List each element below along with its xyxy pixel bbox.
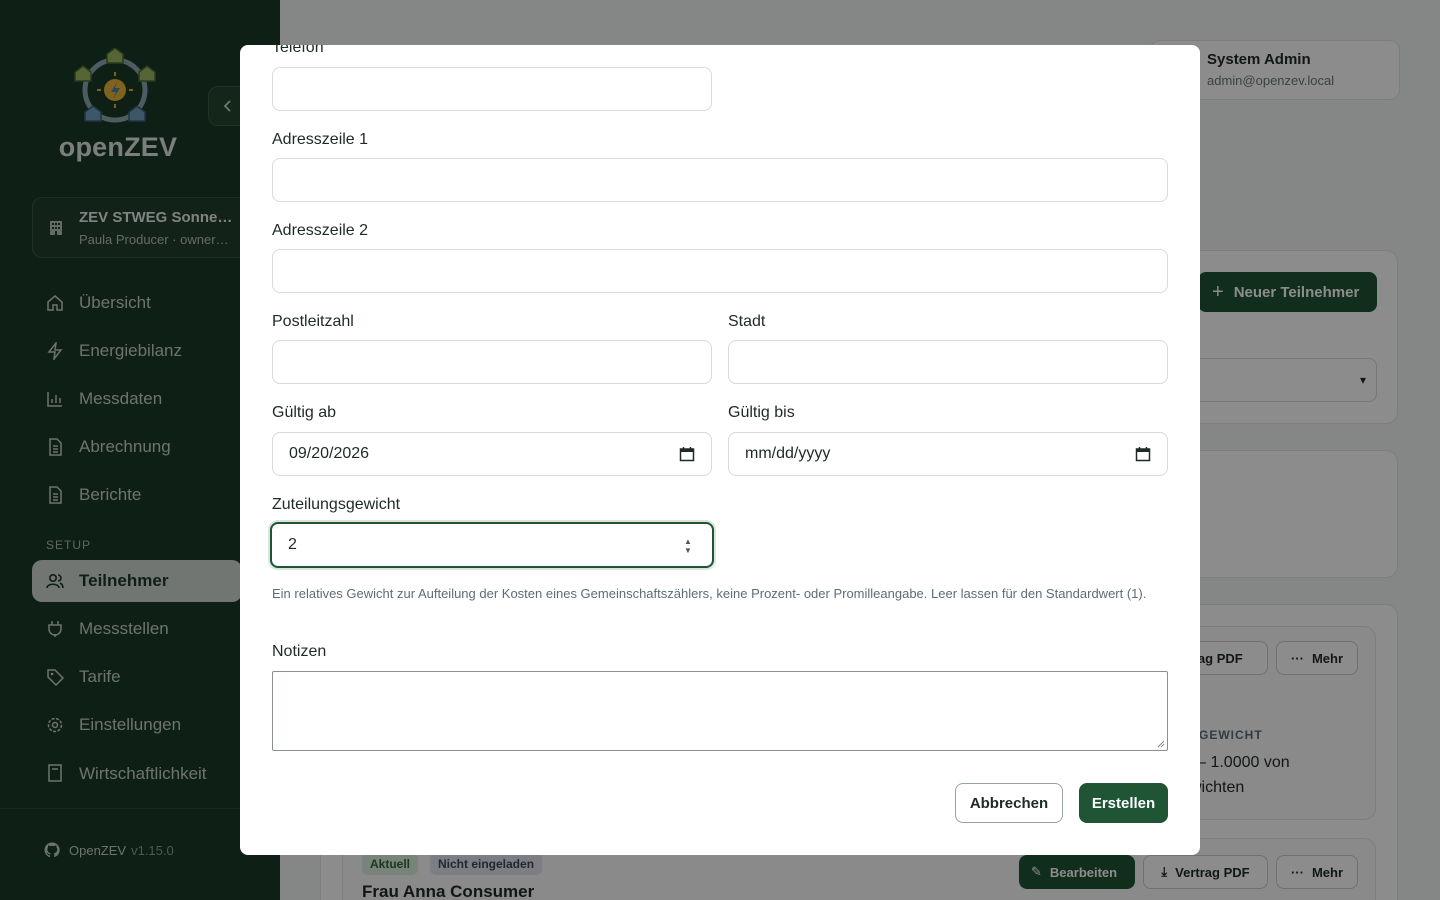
valid-to-date-input[interactable]: mm/dd/yyyy (728, 432, 1168, 476)
address1-input[interactable] (272, 158, 1168, 202)
calendar-icon[interactable] (1135, 446, 1151, 462)
address1-label: Adresszeile 1 (272, 131, 369, 148)
create-participant-dialog: Telefon Adresszeile 1 Adresszeile 2 Post… (240, 45, 1200, 855)
city-input[interactable] (728, 340, 1168, 384)
valid-from-value: 09/20/2026 (289, 445, 370, 462)
create-button[interactable]: Erstellen (1079, 783, 1168, 823)
weight-value: 2 (288, 536, 297, 553)
cancel-button[interactable]: Abbrechen (955, 783, 1063, 823)
valid-to-label: Gültig bis (728, 404, 795, 421)
notes-textarea[interactable] (272, 671, 1168, 751)
weight-number-input[interactable]: 2 ▲ ▼ (270, 522, 714, 568)
modal-backdrop-sidebar[interactable] (0, 0, 280, 900)
calendar-icon[interactable] (679, 446, 695, 462)
resize-handle-icon[interactable] (1157, 740, 1165, 748)
phone-input[interactable] (272, 67, 712, 111)
notes-label: Notizen (272, 643, 327, 660)
sidebar: openZEV ZEV STWEG Sonne… Paula Producer … (0, 0, 280, 900)
address2-input[interactable] (272, 249, 1168, 293)
zip-input[interactable] (272, 340, 712, 384)
valid-to-placeholder: mm/dd/yyyy (745, 445, 831, 462)
number-stepper-icon[interactable]: ▲ ▼ (682, 537, 694, 555)
valid-from-label: Gültig ab (272, 404, 337, 421)
city-label: Stadt (728, 313, 766, 330)
zip-label: Postleitzahl (272, 313, 354, 330)
weight-label: Zuteilungsgewicht (272, 496, 401, 513)
weight-help-text: Ein relatives Gewicht zur Aufteilung der… (272, 586, 1147, 601)
valid-from-date-input[interactable]: 09/20/2026 (272, 432, 712, 476)
phone-label: Telefon (272, 45, 324, 56)
address2-label: Adresszeile 2 (272, 222, 369, 239)
